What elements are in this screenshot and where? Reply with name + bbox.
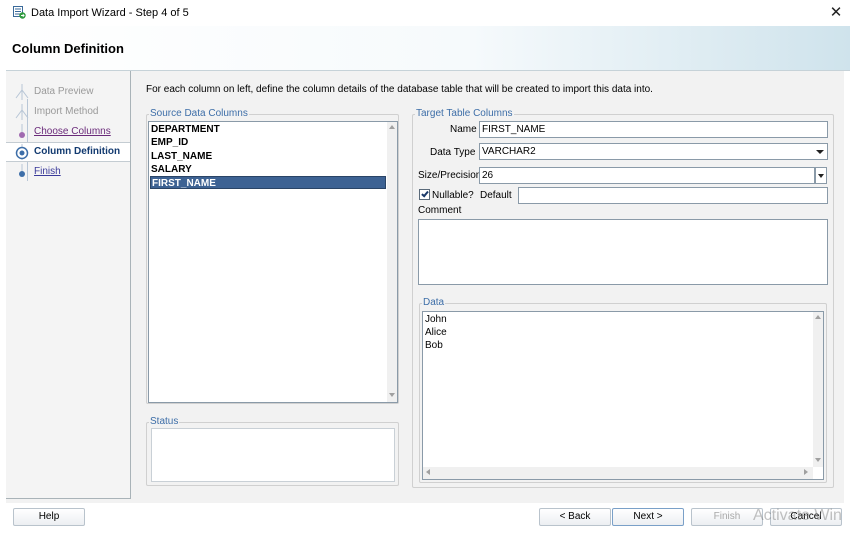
default-label: Default (480, 190, 512, 201)
data-preview-title: Data (422, 297, 446, 308)
comment-label: Comment (418, 205, 462, 216)
source-columns-title: Source Data Columns (149, 108, 249, 119)
step-current-icon (15, 144, 29, 160)
nav-step-data-preview: Data Preview (6, 83, 130, 101)
list-item[interactable]: LAST_NAME (150, 150, 386, 163)
page-title: Column Definition (12, 41, 124, 56)
step-pending-icon (19, 164, 25, 177)
scroll-right-arrow-icon[interactable] (804, 469, 808, 475)
nullable-checkbox[interactable] (419, 189, 430, 200)
nav-step-choose-columns[interactable]: Choose Columns (6, 123, 130, 141)
nav-step-label[interactable]: Finish (34, 166, 61, 177)
next-button[interactable]: Next > (612, 508, 684, 526)
scroll-down-arrow-icon[interactable] (389, 393, 395, 397)
list-item[interactable]: EMP_ID (150, 136, 386, 149)
data-horizontal-scrollbar[interactable] (423, 467, 813, 479)
window-title: Data Import Wizard - Step 4 of 5 (31, 7, 189, 19)
source-list-scrollbar[interactable] (387, 122, 397, 402)
window-right-border (844, 71, 850, 537)
nav-step-label[interactable]: Column Definition (34, 146, 120, 157)
data-preview-list[interactable]: John Alice Bob (422, 311, 824, 480)
close-icon[interactable]: ✕ (826, 4, 846, 22)
wizard-button-bar: Help < Back Next > Finish Cancel (0, 503, 850, 537)
data-vertical-scrollbar[interactable] (813, 312, 823, 467)
nav-step-label[interactable]: Choose Columns (34, 126, 111, 137)
list-item: Alice (425, 327, 447, 338)
nullable-label: Nullable? (432, 190, 474, 201)
nav-step-import-method: Import Method (6, 103, 130, 121)
nav-step-finish[interactable]: Finish (6, 163, 130, 181)
size-precision-field[interactable]: 26 (479, 167, 815, 184)
source-columns-list[interactable]: DEPARTMENT EMP_ID LAST_NAME SALARY FIRST… (148, 121, 398, 403)
help-button[interactable]: Help (13, 508, 85, 526)
nav-step-label: Import Method (34, 106, 99, 117)
nav-step-label: Data Preview (34, 86, 94, 97)
step-done-icon (15, 84, 29, 100)
list-item: Bob (425, 340, 443, 351)
wizard-header: Column Definition (6, 26, 850, 71)
list-item: John (425, 314, 447, 325)
chevron-down-icon (818, 174, 824, 178)
activate-windows-watermark: Activate Win (753, 507, 842, 524)
list-item[interactable]: DEPARTMENT (150, 123, 386, 136)
nav-step-column-definition[interactable]: Column Definition (6, 142, 130, 162)
name-label: Name (450, 124, 477, 135)
target-columns-title: Target Table Columns (415, 108, 514, 119)
back-button[interactable]: < Back (539, 508, 611, 526)
list-item[interactable]: SALARY (150, 163, 386, 176)
scroll-up-arrow-icon[interactable] (389, 125, 395, 129)
name-field[interactable]: FIRST_NAME (479, 121, 828, 138)
instructions-text: For each column on left, define the colu… (146, 84, 653, 95)
data-type-value: VARCHAR2 (482, 146, 536, 157)
size-precision-dropdown[interactable] (815, 167, 827, 184)
comment-field[interactable] (418, 219, 828, 285)
status-area (151, 428, 395, 482)
scroll-left-arrow-icon[interactable] (426, 469, 430, 475)
data-type-select[interactable]: VARCHAR2 (479, 143, 828, 160)
step-visited-icon (19, 124, 25, 138)
checkmark-icon (421, 189, 429, 198)
status-title: Status (149, 416, 180, 427)
data-import-app-icon (13, 6, 26, 19)
step-done-icon (15, 104, 29, 120)
default-field[interactable] (518, 187, 828, 204)
wizard-step-navigator: Data Preview Import Method Choose Column… (6, 71, 131, 499)
list-item-selected[interactable]: FIRST_NAME (150, 176, 386, 189)
scroll-up-arrow-icon[interactable] (815, 315, 821, 319)
chevron-down-icon[interactable] (816, 150, 824, 154)
size-precision-label: Size/Precision (418, 170, 482, 181)
scroll-down-arrow-icon[interactable] (815, 458, 821, 462)
data-type-label: Data Type (430, 147, 476, 158)
window-title-bar: Data Import Wizard - Step 4 of 5 ✕ (0, 0, 850, 26)
